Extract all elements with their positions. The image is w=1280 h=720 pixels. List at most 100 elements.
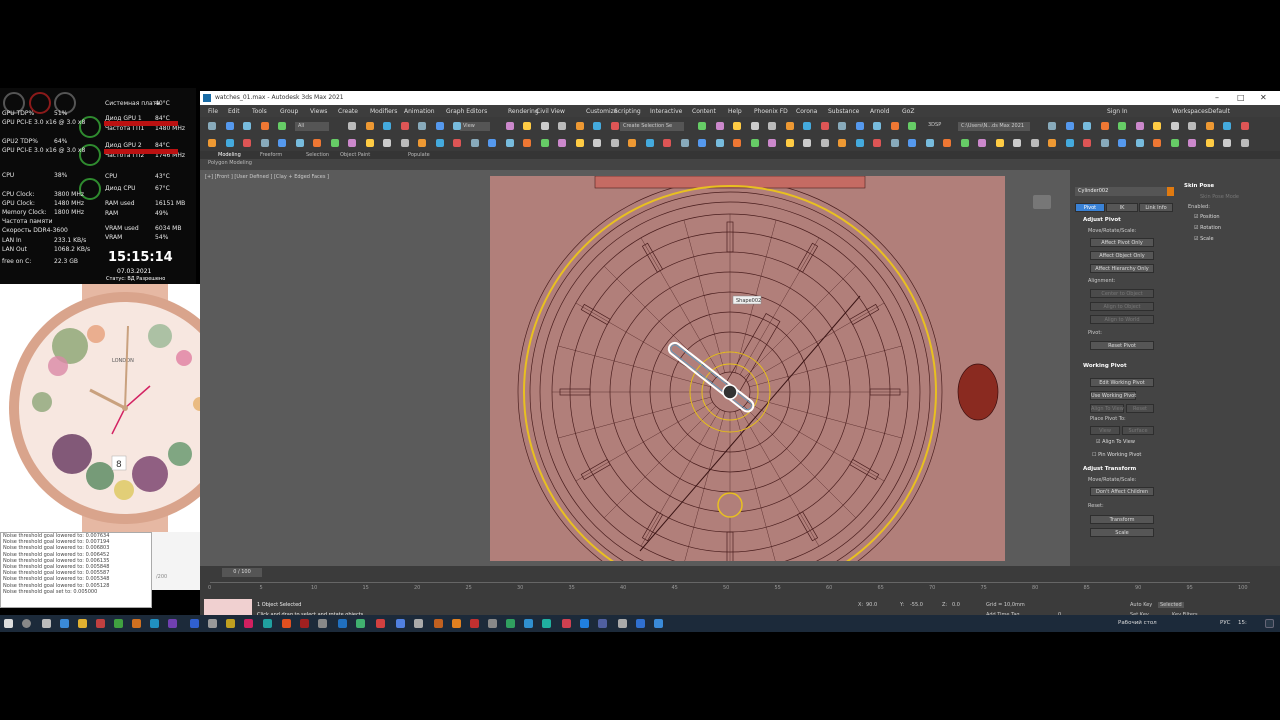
toolbar-tool-icon[interactable]	[698, 122, 706, 130]
toolbar-tool-icon[interactable]	[575, 139, 584, 147]
menu-goz[interactable]: GoZ	[902, 108, 914, 115]
toolbar-tool-icon[interactable]	[943, 139, 951, 147]
toolbar-tool-icon[interactable]	[313, 139, 321, 147]
app-taskbar-icon[interactable]	[356, 619, 365, 628]
toolbar-tool-icon[interactable]	[453, 139, 461, 147]
toolbar-tool-icon[interactable]	[348, 139, 356, 147]
place-surface-button[interactable]: Surface	[1122, 426, 1154, 435]
toolbar-tool-icon[interactable]	[1118, 122, 1126, 130]
reference-coordinate-dropdown[interactable]: View	[460, 122, 490, 131]
toolbar-tool-icon[interactable]	[208, 122, 216, 130]
scale-checkbox[interactable]: ☑ Scale	[1194, 236, 1214, 242]
app-taskbar-icon[interactable]	[376, 619, 385, 628]
toolbar-tool-icon[interactable]	[348, 122, 356, 130]
workspaces-dropdown[interactable]: Default	[1208, 108, 1230, 115]
align-to-object-button[interactable]: Align to Object	[1090, 302, 1154, 311]
toolbar-tool-icon[interactable]	[593, 139, 601, 147]
toolbar-tool-icon[interactable]	[1170, 122, 1179, 130]
x-value[interactable]: 90.0	[866, 602, 877, 608]
project-path-dropdown[interactable]: C:\Users\N...ds Max 2021	[958, 122, 1030, 131]
position-checkbox[interactable]: ☑ Position	[1194, 214, 1220, 220]
app-taskbar-icon[interactable]	[282, 619, 291, 628]
toolbar-tool-icon[interactable]	[453, 122, 461, 130]
app-taskbar-icon[interactable]	[318, 619, 327, 628]
menu-arnold[interactable]: Arnold	[870, 108, 889, 115]
toolbar-tool-icon[interactable]	[260, 139, 269, 147]
toolbar-tool-icon[interactable]	[593, 122, 601, 130]
viewport-label[interactable]: [+] [Front ] [User Defined ] [Clay + Edg…	[205, 174, 329, 180]
toolbar-tool-icon[interactable]	[1135, 122, 1144, 130]
menu-rendering[interactable]: Rendering	[508, 108, 539, 115]
toolbar-tool-icon[interactable]	[400, 139, 409, 147]
tray-clock[interactable]: 15:	[1238, 620, 1247, 626]
object-color-swatch[interactable]	[1167, 187, 1174, 196]
viewport-front[interactable]: Shape002	[490, 176, 1005, 561]
toolbar-tool-icon[interactable]	[400, 122, 409, 130]
start-icon[interactable]	[4, 619, 13, 628]
center-to-object-button[interactable]: Center to Object	[1090, 289, 1154, 298]
app-taskbar-icon[interactable]	[168, 619, 177, 628]
task-view-icon[interactable]	[42, 619, 51, 628]
app-taskbar-icon[interactable]	[618, 619, 627, 628]
z-value[interactable]: 0.0	[952, 602, 960, 608]
app-taskbar-icon[interactable]	[488, 619, 497, 628]
app-taskbar-icon[interactable]	[132, 619, 141, 628]
align-to-view-button[interactable]: Align To View	[1090, 404, 1124, 413]
app-taskbar-icon[interactable]	[244, 619, 253, 628]
toolbar-tool-icon[interactable]	[680, 139, 689, 147]
affect-object-only-button[interactable]: Affect Object Only	[1090, 251, 1154, 260]
toolbar-tool-icon[interactable]	[873, 139, 881, 147]
toolbar-tool-icon[interactable]	[908, 139, 916, 147]
ribbon-tab-selection[interactable]: Selection	[306, 152, 329, 158]
named-selection-set[interactable]: Create Selection Se	[620, 122, 684, 131]
app-taskbar-icon[interactable]	[580, 619, 589, 628]
toolbar-tool-icon[interactable]	[1048, 139, 1056, 147]
app-taskbar-icon[interactable]	[434, 619, 443, 628]
app-taskbar-icon[interactable]	[598, 619, 607, 628]
maximize-icon[interactable]: □	[1237, 93, 1245, 102]
app-taskbar-icon[interactable]	[524, 619, 533, 628]
toolbar-tool-icon[interactable]	[1205, 122, 1214, 130]
toolbar-tool-icon[interactable]	[295, 139, 304, 147]
toolbar-tool-icon[interactable]	[225, 139, 234, 147]
app-taskbar-icon[interactable]	[60, 619, 69, 628]
toolbar-tool-icon[interactable]	[925, 139, 934, 147]
toolbar-tool-icon[interactable]	[470, 139, 479, 147]
minimize-icon[interactable]: –	[1215, 93, 1219, 102]
menu-views[interactable]: Views	[310, 108, 327, 115]
toolbar-tool-icon[interactable]	[610, 122, 619, 130]
toolbar-tool-icon[interactable]	[733, 122, 741, 130]
toolbar-tool-icon[interactable]	[383, 139, 391, 147]
toolbar-tool-icon[interactable]	[1188, 122, 1196, 130]
working-pivot-header[interactable]: Working Pivot	[1083, 363, 1127, 369]
toolbar-tool-icon[interactable]	[383, 122, 391, 130]
toolbar-tool-icon[interactable]	[1240, 139, 1249, 147]
toolbar-tool-icon[interactable]	[1083, 122, 1091, 130]
ribbon-tab-freeform[interactable]: Freeform	[260, 152, 282, 158]
ribbon-subtab[interactable]: Polygon Modeling	[208, 160, 252, 166]
app-taskbar-icon[interactable]	[414, 619, 423, 628]
toolbar-tool-icon[interactable]	[803, 139, 811, 147]
toolbar-tool-icon[interactable]	[890, 122, 899, 130]
toolbar-tool-icon[interactable]	[243, 122, 251, 130]
toolbar-tool-icon[interactable]	[820, 122, 829, 130]
toolbar-tool-icon[interactable]	[855, 122, 864, 130]
toolbar-tool-icon[interactable]	[698, 139, 706, 147]
skin-pose-header[interactable]: Skin Pose	[1184, 183, 1214, 189]
adjust-transform-header[interactable]: Adjust Transform	[1083, 466, 1136, 472]
menu-scripting[interactable]: Scripting	[614, 108, 641, 115]
toolbar-tool-icon[interactable]	[838, 122, 846, 130]
toolbar-tool-icon[interactable]	[1153, 122, 1161, 130]
toolbar-tool-icon[interactable]	[1240, 122, 1249, 130]
toolbar-tool-icon[interactable]	[540, 122, 549, 130]
app-taskbar-icon[interactable]	[78, 619, 87, 628]
app-taskbar-icon[interactable]	[96, 619, 105, 628]
align-to-view-checkbox[interactable]: ☑ Align To View	[1096, 439, 1135, 445]
menu-corona[interactable]: Corona	[796, 108, 817, 115]
toolbar-tool-icon[interactable]	[1065, 139, 1074, 147]
key-mode-dropdown[interactable]: Selected	[1158, 602, 1184, 608]
reset-scale-button[interactable]: Scale	[1090, 528, 1154, 537]
toolbar-tool-icon[interactable]	[838, 139, 846, 147]
toolbar-tool-icon[interactable]	[278, 122, 286, 130]
toolbar-tool-icon[interactable]	[1100, 139, 1109, 147]
